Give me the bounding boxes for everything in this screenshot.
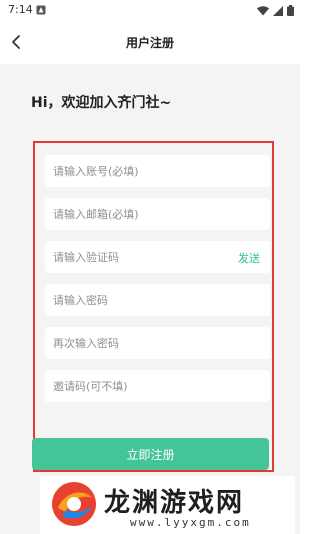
wifi-icon (257, 5, 269, 15)
password-field (45, 284, 270, 316)
page-title: 用户注册 (125, 36, 174, 50)
status-time: 7:14 (8, 3, 33, 16)
register-form: 发送 (33, 141, 274, 472)
signal-icon (273, 5, 283, 16)
confirm-password-input[interactable] (45, 327, 270, 359)
notification-icon (36, 5, 46, 15)
invite-code-field (45, 370, 270, 402)
watermark-url: www.lyyxgm.com (130, 516, 251, 529)
verification-code-input[interactable] (45, 241, 270, 273)
greeting-text: Hi，欢迎加入齐门社~ (31, 95, 172, 111)
watermark-logo-icon (52, 482, 96, 526)
content-area: Hi，欢迎加入齐门社~ 发送 立即注册 龙渊游戏网 www.ly (0, 64, 300, 534)
confirm-password-field (45, 327, 270, 359)
watermark-title: 龙渊游戏网 (104, 488, 245, 518)
invite-code-input[interactable] (45, 370, 270, 402)
email-input[interactable] (45, 198, 270, 230)
nav-bar: 用户注册 (0, 22, 300, 64)
account-input[interactable] (45, 155, 270, 187)
register-button[interactable]: 立即注册 (32, 438, 269, 470)
password-input[interactable] (45, 284, 270, 316)
status-bar: 7:14 (0, 0, 300, 22)
verification-code-field: 发送 (45, 241, 270, 273)
email-field (45, 198, 270, 230)
account-field (45, 155, 270, 187)
watermark: 龙渊游戏网 www.lyyxgm.com (40, 476, 295, 534)
send-code-button[interactable]: 发送 (238, 250, 260, 266)
battery-icon (287, 5, 294, 16)
